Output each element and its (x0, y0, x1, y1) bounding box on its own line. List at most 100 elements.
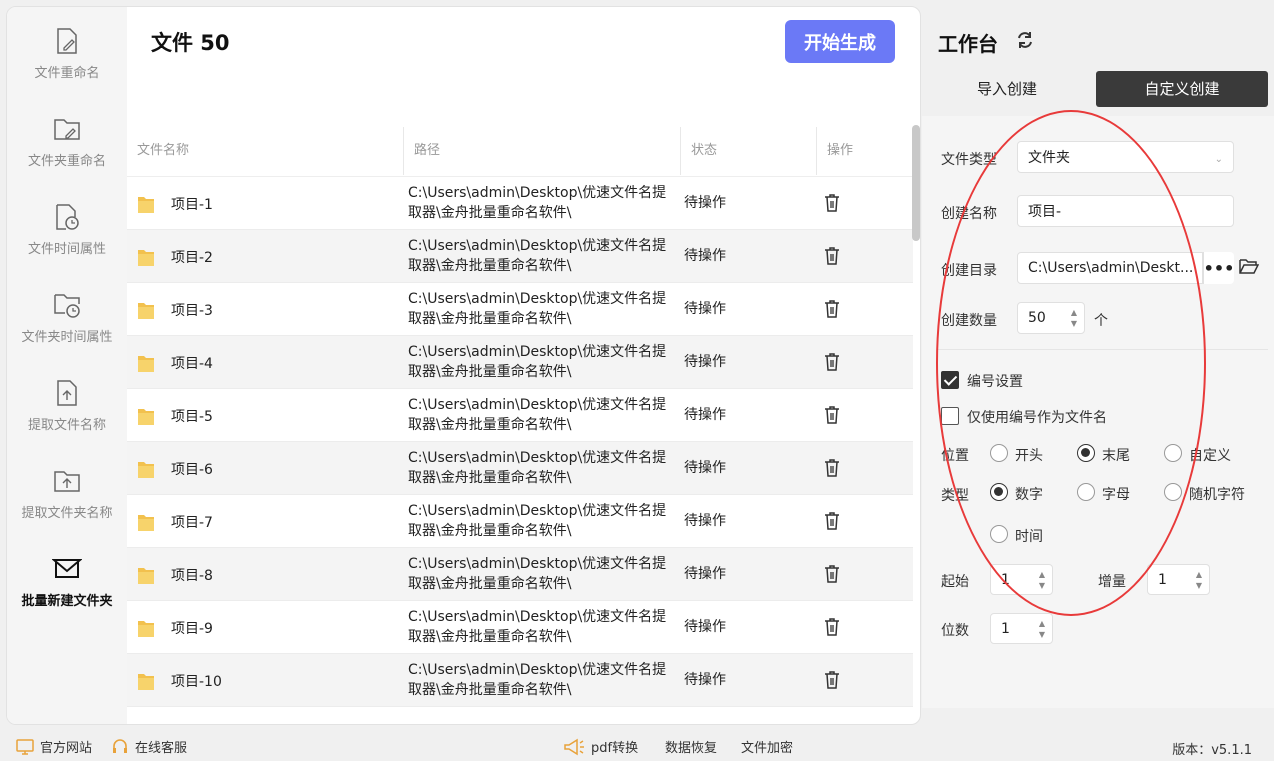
cell-file-name: 项目-10 (137, 654, 222, 707)
create-dir-input[interactable]: C:\Users\admin\Deskt... (1017, 252, 1203, 284)
folder-upload-icon (52, 466, 82, 496)
increment-stepper[interactable]: 1 ▲ ▼ (1147, 564, 1210, 595)
start-value: 1 (1001, 571, 1010, 588)
folder-open-icon[interactable] (1239, 258, 1260, 276)
table-row[interactable]: 项目-10 C:\Users\admin\Desktop\优速文件名提取器\金舟批… (127, 654, 913, 707)
create-name-value: 项目- (1028, 204, 1062, 220)
trash-icon[interactable] (823, 193, 841, 213)
trash-icon[interactable] (823, 246, 841, 266)
start-generate-button[interactable]: 开始生成 (785, 20, 895, 63)
file-name-text: 项目-3 (171, 302, 213, 319)
position-radio-end[interactable] (1077, 444, 1095, 462)
stepper-arrows-icon[interactable]: ▲ ▼ (1036, 565, 1048, 594)
sidebar-item-extract-folder[interactable]: 提取文件夹名称 (7, 449, 127, 537)
cell-file-name: 项目-9 (137, 601, 213, 654)
sidebar-item-folder-rename[interactable]: 文件夹重命名 (7, 97, 127, 185)
trash-icon[interactable] (823, 458, 841, 478)
stepper-arrows-icon[interactable]: ▲ ▼ (1193, 565, 1205, 594)
position-radio-start[interactable] (990, 444, 1008, 462)
data-recovery-label: 数据恢复 (665, 741, 718, 756)
cell-file-name: 项目-5 (137, 389, 213, 442)
file-type-value: 文件夹 (1028, 150, 1070, 166)
table-row[interactable]: 项目-3 C:\Users\admin\Desktop\优速文件名提取器\金舟批量… (127, 283, 913, 336)
trash-icon[interactable] (823, 617, 841, 637)
file-type-select[interactable]: 文件夹 ⌄ (1017, 141, 1234, 173)
sidebar-item-file-time[interactable]: 文件时间属性 (7, 185, 127, 273)
position-radio-custom[interactable] (1164, 444, 1182, 462)
increment-label: 增量 (1098, 574, 1126, 590)
stepper-arrows-icon[interactable]: ▲ ▼ (1036, 614, 1048, 643)
cell-status: 待操作 (684, 672, 726, 688)
start-label: 起始 (941, 574, 969, 590)
trash-icon[interactable] (823, 405, 841, 425)
table-scrollbar[interactable] (912, 125, 920, 724)
type-option-label: 时间 (1015, 529, 1043, 545)
stepper-arrows-icon[interactable]: ▲ ▼ (1068, 303, 1080, 333)
scrollbar-thumb[interactable] (912, 125, 920, 241)
pdf-convert-link[interactable]: pdf转换 (563, 737, 638, 756)
cell-status: 待操作 (684, 248, 726, 264)
sidebar: 文件重命名 文件夹重命名 文件时间属性 文件夹时间属性 提取文件名称 提取文件夹… (7, 7, 127, 724)
refresh-icon[interactable] (1015, 30, 1035, 50)
type-option-label: 字母 (1102, 487, 1130, 503)
sidebar-item-batch-create-folder[interactable]: 批量新建文件夹 (7, 537, 127, 625)
table-row[interactable]: 项目-5 C:\Users\admin\Desktop\优速文件名提取器\金舟批量… (127, 389, 913, 442)
table-row[interactable]: 项目-9 C:\Users\admin\Desktop\优速文件名提取器\金舟批量… (127, 601, 913, 654)
cell-file-name: 项目-2 (137, 230, 213, 283)
create-count-value: 50 (1028, 310, 1046, 326)
tab-custom-create[interactable]: 自定义创建 (1096, 71, 1268, 107)
folder-clock-icon (52, 290, 82, 320)
column-divider (403, 127, 404, 175)
trash-icon[interactable] (823, 352, 841, 372)
position-option-label: 自定义 (1189, 448, 1231, 464)
position-label: 位置 (941, 448, 969, 464)
type-radio-time[interactable] (990, 525, 1008, 543)
footer-bar: 官方网站 在线客服 pdf转换 数据恢复 文件加密 版本：v5.1.1 (0, 731, 1274, 761)
table-row[interactable]: 项目-1 C:\Users\admin\Desktop\优速文件名提取器\金舟批量… (127, 177, 913, 230)
trash-icon[interactable] (823, 299, 841, 319)
sidebar-item-file-rename[interactable]: 文件重命名 (7, 9, 127, 97)
trash-icon[interactable] (823, 670, 841, 690)
column-divider (816, 127, 817, 175)
table-row[interactable]: 项目-6 C:\Users\admin\Desktop\优速文件名提取器\金舟批量… (127, 442, 913, 495)
content-area: 文件 50 开始生成 文件名称 路径 状态 操作 项目-1 C:\Users\ad… (127, 7, 920, 724)
file-encrypt-link[interactable]: 文件加密 (741, 737, 793, 756)
position-option-label: 开头 (1015, 448, 1043, 464)
folder-icon (137, 194, 155, 214)
trash-icon[interactable] (823, 564, 841, 584)
numbering-checkbox[interactable] (941, 371, 959, 389)
file-name-text: 项目-5 (171, 408, 213, 425)
official-website-link[interactable]: 官方网站 (16, 737, 92, 756)
file-encrypt-label: 文件加密 (741, 741, 794, 756)
table-row[interactable]: 项目-2 C:\Users\admin\Desktop\优速文件名提取器\金舟批量… (127, 230, 913, 283)
create-name-input[interactable]: 项目- (1017, 195, 1234, 227)
cell-status: 待操作 (684, 354, 726, 370)
sidebar-item-label: 文件夹重命名 (27, 153, 106, 169)
cell-file-name: 项目-3 (137, 283, 213, 336)
trash-icon[interactable] (823, 511, 841, 531)
table-row[interactable]: 项目-4 C:\Users\admin\Desktop\优速文件名提取器\金舟批量… (127, 336, 913, 389)
column-header-action: 操作 (827, 143, 854, 158)
only-number-label: 仅使用编号作为文件名 (967, 410, 1107, 426)
type-radio-letter[interactable] (1077, 483, 1095, 501)
only-number-checkbox[interactable] (941, 407, 959, 425)
type-radio-number[interactable] (990, 483, 1008, 501)
create-count-stepper[interactable]: 50 ▲ ▼ (1017, 302, 1085, 334)
cell-file-name: 项目-7 (137, 495, 213, 548)
type-option-label: 随机字符 (1189, 487, 1245, 503)
digits-stepper[interactable]: 1 ▲ ▼ (990, 613, 1053, 644)
sidebar-item-folder-time[interactable]: 文件夹时间属性 (7, 273, 127, 361)
start-stepper[interactable]: 1 ▲ ▼ (990, 564, 1053, 595)
cell-status: 待操作 (684, 195, 726, 211)
browse-dots-button[interactable]: ••• (1203, 252, 1234, 284)
cell-path: C:\Users\admin\Desktop\优速文件名提取器\金舟批量重命名软… (408, 556, 667, 592)
sidebar-item-extract-file[interactable]: 提取文件名称 (7, 361, 127, 449)
table-row[interactable]: 项目-7 C:\Users\admin\Desktop\优速文件名提取器\金舟批量… (127, 495, 913, 548)
table-row[interactable]: 项目-8 C:\Users\admin\Desktop\优速文件名提取器\金舟批量… (127, 548, 913, 601)
online-support-link[interactable]: 在线客服 (111, 737, 187, 756)
column-divider (680, 127, 681, 175)
tab-import-create[interactable]: 导入创建 (922, 71, 1092, 107)
data-recovery-link[interactable]: 数据恢复 (665, 737, 717, 756)
type-radio-random[interactable] (1164, 483, 1182, 501)
sidebar-item-label: 文件时间属性 (27, 241, 106, 257)
